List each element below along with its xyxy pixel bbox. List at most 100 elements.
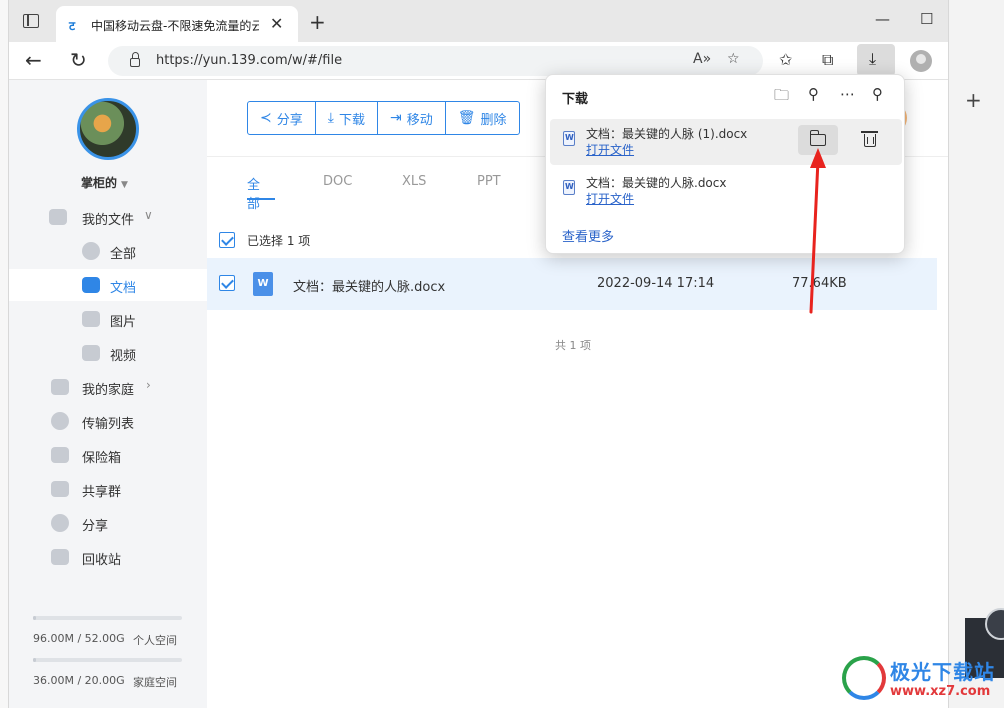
watermark-logo-icon (842, 656, 886, 700)
background-window-left (0, 0, 9, 708)
personal-storage-fill (33, 616, 36, 620)
open-downloads-folder-icon[interactable]: 🗀 (774, 85, 789, 110)
sidebar: 掌柜的 ▼ 我的文件 ∨ 全部 文档 图片 视频 我的家庭 › 传输列表 保险箱… (9, 80, 207, 708)
move-button[interactable]: ⇥ 移动 (378, 102, 446, 134)
downloads-title: 下载 (562, 92, 589, 107)
background-window-right: + (948, 0, 1004, 708)
group-icon (51, 481, 69, 497)
chevron-down-icon: ∨ (144, 208, 153, 222)
word-file-icon: W (253, 272, 273, 296)
sidebar-item-images[interactable]: 图片 (9, 303, 207, 335)
profile-avatar[interactable] (910, 50, 932, 72)
search-icon[interactable]: ⚲ (808, 85, 819, 103)
lock-icon[interactable] (130, 52, 140, 67)
delete-download-button[interactable] (850, 125, 890, 155)
file-name[interactable]: 文档：最关键的人脉.docx (293, 276, 445, 295)
file-size: 77.64KB (792, 276, 847, 291)
download-file-name: 文档：最关键的人脉 (1).docx (586, 127, 748, 141)
active-tab-indicator (247, 198, 275, 200)
word-file-icon (563, 180, 575, 195)
url-text[interactable]: https://yun.139.com/w/#/file (156, 53, 342, 68)
browser-window: ट 中国移动云盘-不限速免流量的云 ✕ + — ☐ ← ↻ https://yu… (9, 0, 948, 708)
share-icon (51, 514, 69, 532)
favorites-icon[interactable]: ✩ (779, 50, 792, 69)
refresh-icon[interactable]: ↻ (70, 48, 87, 72)
word-file-icon (563, 131, 575, 146)
minimize-icon[interactable]: — (875, 10, 890, 28)
sidebar-item-videos[interactable]: 视频 (9, 337, 207, 369)
transfer-icon (51, 412, 69, 430)
open-file-link[interactable]: 打开文件 (586, 190, 634, 207)
show-in-folder-button[interactable] (798, 125, 838, 155)
family-storage-label: 家庭空间 (133, 676, 177, 689)
download-item[interactable]: 文档：最关键的人脉.docx 打开文件 (550, 168, 902, 214)
download-item[interactable]: 文档：最关键的人脉 (1).docx 打开文件 (550, 119, 902, 165)
new-tab-icon[interactable]: + (309, 10, 326, 34)
address-bar[interactable]: https://yun.139.com/w/#/file A» ☆ (108, 46, 763, 76)
share-icon: ≺ (260, 110, 272, 126)
sidebar-item-label: 视频 (110, 349, 137, 364)
downloads-button[interactable]: ⤓ (857, 44, 895, 76)
table-row[interactable]: W 文档：最关键的人脉.docx 2022-09-14 17:14 77.64K… (207, 258, 937, 310)
folder-cloud-icon (49, 209, 67, 225)
chevron-right-icon: › (146, 378, 151, 392)
tab-ppt[interactable]: PPT (477, 174, 501, 189)
selected-count: 已选择 1 项 (247, 234, 311, 248)
family-storage-fill (33, 658, 36, 662)
move-label: 移动 (406, 112, 433, 128)
family-storage-bar (33, 658, 182, 662)
sidebar-item-shared-groups[interactable]: 共享群 (9, 473, 207, 505)
download-button[interactable]: ⤓ 下载 (316, 102, 378, 134)
delete-button[interactable]: 🗑 删除 (446, 102, 519, 134)
watermark: 极光下载站 www.xz7.com (842, 654, 1002, 708)
back-icon[interactable]: ← (25, 48, 42, 72)
read-aloud-icon[interactable]: A» (693, 51, 711, 67)
watermark-url: www.xz7.com (890, 684, 991, 699)
sidebar-item-label: 共享群 (82, 485, 122, 500)
sidebar-item-my-files[interactable]: 我的文件 ∨ (9, 201, 207, 233)
tab-actions-icon[interactable] (23, 14, 39, 28)
delete-icon: 🗑 (457, 110, 476, 126)
row-checkbox[interactable] (219, 275, 235, 291)
site-favicon-icon: ट (69, 19, 76, 33)
add-favorite-icon[interactable]: ☆ (727, 51, 740, 67)
sidebar-item-family[interactable]: 我的家庭 › (9, 371, 207, 403)
document-icon (82, 277, 100, 293)
sidebar-item-share[interactable]: 分享 (9, 507, 207, 539)
maximize-icon[interactable]: ☐ (920, 10, 933, 28)
sidebar-item-documents[interactable]: 文档 (9, 269, 207, 301)
sidebar-item-label: 我的家庭 (82, 383, 135, 398)
see-more-link[interactable]: 查看更多 (562, 226, 614, 245)
tab-title: 中国移动云盘-不限速免流量的云 (91, 19, 259, 33)
sidebar-item-label: 图片 (110, 315, 137, 330)
total-count: 共 1 项 (555, 339, 591, 352)
move-icon: ⇥ (389, 110, 402, 126)
sidebar-item-transfers[interactable]: 传输列表 (9, 405, 207, 437)
sidebar-add-icon[interactable]: + (965, 88, 982, 112)
sidebar-item-recycle-bin[interactable]: 回收站 (9, 541, 207, 573)
sidebar-item-safe[interactable]: 保险箱 (9, 439, 207, 471)
open-file-link[interactable]: 打开文件 (586, 141, 634, 158)
sidebar-item-all[interactable]: 全部 (9, 235, 207, 267)
folder-icon (809, 130, 826, 146)
download-icon: ⤓ (869, 49, 877, 68)
chevron-down-icon: ▼ (121, 180, 128, 190)
select-all-checkbox[interactable] (219, 232, 235, 248)
share-button[interactable]: ≺ 分享 (248, 102, 316, 134)
tab-xls[interactable]: XLS (402, 174, 426, 189)
heart-icon (51, 379, 69, 395)
user-avatar[interactable] (77, 98, 139, 160)
tab-active[interactable]: ट 中国移动云盘-不限速免流量的云 ✕ (56, 6, 298, 42)
sidebar-item-label: 保险箱 (82, 451, 122, 466)
pin-icon[interactable]: ⚲ (872, 85, 883, 103)
collections-icon[interactable]: ⧉ (822, 50, 833, 70)
personal-storage-bar (33, 616, 182, 620)
tab-doc[interactable]: DOC (323, 174, 352, 189)
tab-close-icon[interactable]: ✕ (270, 14, 283, 33)
download-file-name: 文档：最关键的人脉.docx (586, 176, 727, 190)
file-action-toolbar: ≺ 分享 ⤓ 下载 ⇥ 移动 🗑 删除 (247, 101, 520, 135)
more-options-icon[interactable]: ⋯ (840, 85, 855, 103)
tab-strip: ट 中国移动云盘-不限速免流量的云 ✕ + — ☐ (9, 0, 948, 42)
username-menu[interactable]: 掌柜的 ▼ (81, 174, 128, 191)
tab-all[interactable]: 全部 (247, 174, 260, 212)
